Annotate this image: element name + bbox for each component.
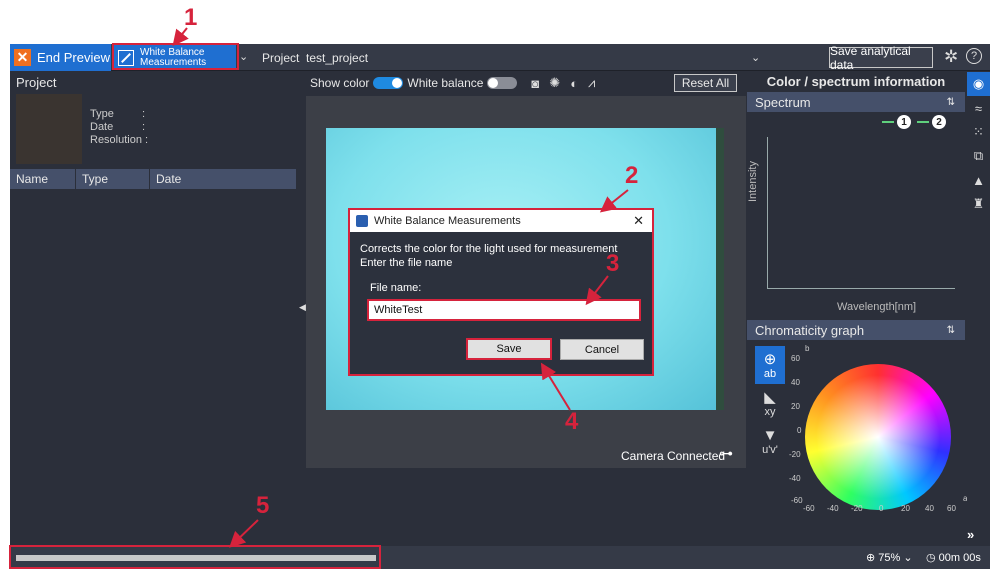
annotation-arrow-5 xyxy=(229,519,259,548)
annotation-arrows xyxy=(172,27,629,548)
annotation-arrow-4 xyxy=(540,362,571,411)
annotation-arrow-2 xyxy=(599,189,629,213)
annotation-arrow-3 xyxy=(585,275,609,306)
screenshot-root: ✕ End Preview White Balance Measurements… xyxy=(0,0,990,569)
annotation-arrow-1 xyxy=(172,27,189,47)
